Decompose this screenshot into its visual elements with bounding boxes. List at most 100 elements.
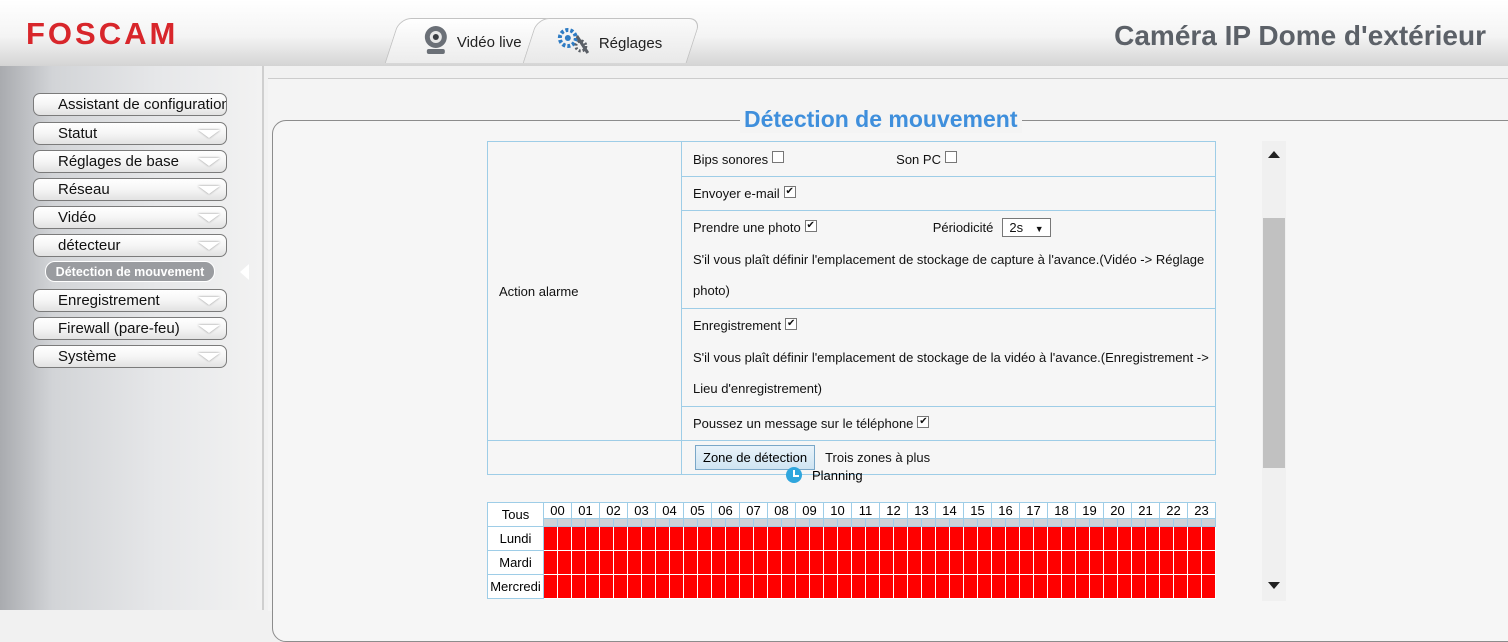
half-hour-header[interactable]: [865, 518, 880, 527]
hour-header[interactable]: 21: [1131, 501, 1160, 520]
hour-header[interactable]: 06: [711, 501, 740, 520]
schedule-cell[interactable]: [641, 526, 656, 551]
schedule-cell[interactable]: [935, 574, 950, 599]
half-hour-header[interactable]: [1019, 518, 1034, 527]
schedule-cell[interactable]: [837, 526, 852, 551]
half-hour-header[interactable]: [795, 518, 810, 527]
schedule-cell[interactable]: [949, 526, 964, 551]
half-hour-header[interactable]: [1145, 518, 1160, 527]
schedule-cell[interactable]: [697, 526, 712, 551]
scrollbar-thumb[interactable]: [1263, 218, 1285, 468]
schedule-cell[interactable]: [893, 550, 908, 575]
schedule-cell[interactable]: [977, 574, 992, 599]
hour-header[interactable]: 10: [823, 501, 852, 520]
half-hour-header[interactable]: [711, 518, 726, 527]
hour-header[interactable]: 11: [851, 501, 880, 520]
schedule-cell[interactable]: [879, 574, 894, 599]
schedule-cell[interactable]: [851, 526, 866, 551]
schedule-cell[interactable]: [557, 526, 572, 551]
schedule-cell[interactable]: [739, 526, 754, 551]
hour-header[interactable]: 19: [1075, 501, 1104, 520]
schedule-cell[interactable]: [1033, 526, 1048, 551]
schedule-cell[interactable]: [683, 526, 698, 551]
scroll-up-icon[interactable]: [1268, 151, 1280, 158]
schedule-cell[interactable]: [1173, 550, 1188, 575]
schedule-cell[interactable]: [683, 574, 698, 599]
half-hour-header[interactable]: [823, 518, 838, 527]
schedule-cell[interactable]: [837, 574, 852, 599]
schedule-cell[interactable]: [795, 550, 810, 575]
schedule-cell[interactable]: [865, 550, 880, 575]
schedule-cell[interactable]: [907, 574, 922, 599]
schedule-cell[interactable]: [1019, 526, 1034, 551]
schedule-cell[interactable]: [1005, 574, 1020, 599]
schedule-cell[interactable]: [725, 574, 740, 599]
schedule-cell[interactable]: [1187, 574, 1202, 599]
schedule-cell[interactable]: [1075, 526, 1090, 551]
sidebar-subitem-motion-detection[interactable]: Détection de mouvement: [45, 261, 215, 282]
half-hour-header[interactable]: [613, 518, 628, 527]
half-hour-header[interactable]: [893, 518, 908, 527]
hour-header[interactable]: 07: [739, 501, 768, 520]
schedule-cell[interactable]: [1145, 526, 1160, 551]
hour-header[interactable]: 05: [683, 501, 712, 520]
half-hour-header[interactable]: [739, 518, 754, 527]
schedule-cell[interactable]: [935, 550, 950, 575]
schedule-cell[interactable]: [795, 526, 810, 551]
half-hour-header[interactable]: [1173, 518, 1188, 527]
schedule-cell[interactable]: [1047, 550, 1062, 575]
schedule-cell[interactable]: [697, 550, 712, 575]
schedule-cell[interactable]: [613, 574, 628, 599]
beep-checkbox[interactable]: [772, 151, 785, 163]
half-hour-header[interactable]: [753, 518, 768, 527]
schedule-cell[interactable]: [963, 574, 978, 599]
schedule-cell[interactable]: [669, 526, 684, 551]
schedule-cell[interactable]: [879, 526, 894, 551]
hour-header[interactable]: 08: [767, 501, 796, 520]
hour-header[interactable]: 03: [627, 501, 656, 520]
schedule-cell[interactable]: [697, 574, 712, 599]
hour-header[interactable]: 22: [1159, 501, 1188, 520]
schedule-cell[interactable]: [753, 526, 768, 551]
schedule-cell[interactable]: [1061, 526, 1076, 551]
schedule-cell[interactable]: [781, 574, 796, 599]
schedule-cell[interactable]: [641, 574, 656, 599]
schedule-cell[interactable]: [1187, 550, 1202, 575]
half-hour-header[interactable]: [1005, 518, 1020, 527]
hour-header[interactable]: 20: [1103, 501, 1132, 520]
sidebar-item-firewall[interactable]: Firewall (pare-feu): [33, 317, 227, 340]
schedule-cell[interactable]: [991, 550, 1006, 575]
schedule-cell[interactable]: [655, 574, 670, 599]
hour-header[interactable]: 09: [795, 501, 824, 520]
schedule-cell[interactable]: [627, 550, 642, 575]
day-label[interactable]: Lundi: [487, 526, 544, 551]
schedule-cell[interactable]: [613, 550, 628, 575]
schedule-cell[interactable]: [1047, 526, 1062, 551]
schedule-cell[interactable]: [571, 526, 586, 551]
schedule-cell[interactable]: [1061, 574, 1076, 599]
schedule-cell[interactable]: [1103, 574, 1118, 599]
schedule-cell[interactable]: [655, 550, 670, 575]
schedule-cell[interactable]: [767, 526, 782, 551]
half-hour-header[interactable]: [641, 518, 656, 527]
schedule-cell[interactable]: [1005, 550, 1020, 575]
schedule-cell[interactable]: [1131, 550, 1146, 575]
schedule-cell[interactable]: [1089, 526, 1104, 551]
hour-header[interactable]: 14: [935, 501, 964, 520]
sidebar-item-video[interactable]: Vidéo: [33, 206, 227, 229]
schedule-cell[interactable]: [879, 550, 894, 575]
half-hour-header[interactable]: [1187, 518, 1202, 527]
hour-header[interactable]: 16: [991, 501, 1020, 520]
half-hour-header[interactable]: [557, 518, 572, 527]
schedule-cell[interactable]: [851, 550, 866, 575]
hour-header[interactable]: 01: [571, 501, 600, 520]
schedule-cell[interactable]: [977, 550, 992, 575]
sidebar-item-network[interactable]: Réseau: [33, 178, 227, 201]
half-hour-header[interactable]: [809, 518, 824, 527]
schedule-cell[interactable]: [949, 550, 964, 575]
schedule-cell[interactable]: [543, 574, 558, 599]
schedule-cell[interactable]: [641, 550, 656, 575]
schedule-cell[interactable]: [823, 574, 838, 599]
half-hour-header[interactable]: [1089, 518, 1104, 527]
schedule-cell[interactable]: [767, 574, 782, 599]
